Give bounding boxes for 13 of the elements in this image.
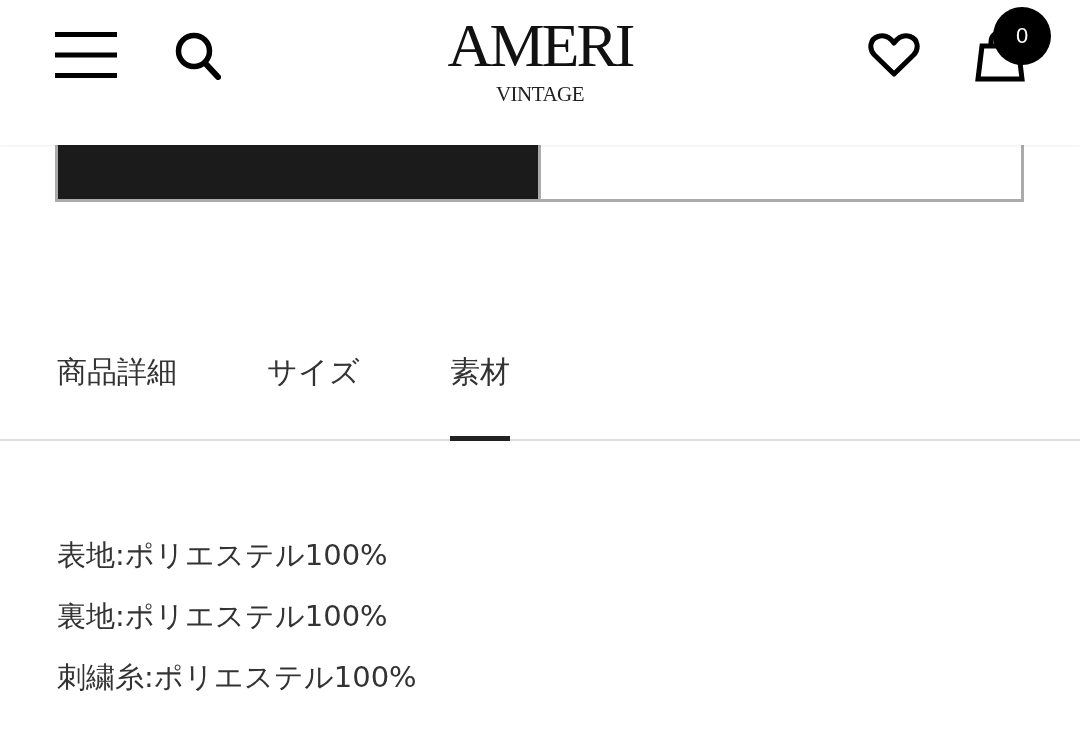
tab[interactable]: 商品詳細	[57, 352, 177, 441]
cart-count-badge: 0	[993, 7, 1051, 65]
material-text: 刺繍糸:ポリエステル100%	[57, 659, 417, 696]
menu-icon[interactable]	[55, 32, 117, 78]
logo-subtitle: VINTAGE	[495, 82, 585, 106]
tab[interactable]: 素材	[450, 352, 510, 441]
heart-icon[interactable]	[868, 33, 920, 78]
material-text: 裏地:ポリエステル100%	[57, 598, 388, 635]
tab[interactable]: サイズ	[267, 352, 360, 441]
material-text: 表地:ポリエステル100%	[57, 537, 388, 574]
logo-title[interactable]: AMERI	[447, 12, 633, 78]
search-icon[interactable]	[175, 32, 221, 80]
size-option-button[interactable]	[55, 145, 541, 202]
